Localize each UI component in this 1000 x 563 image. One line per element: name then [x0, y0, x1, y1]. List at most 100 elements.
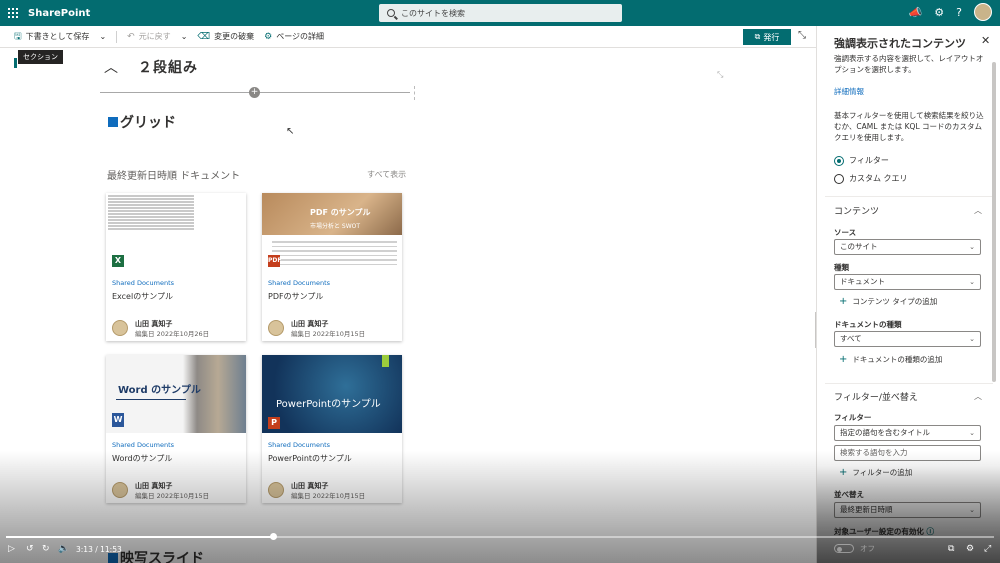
card-edited: 編集日 2022年10月15日: [135, 492, 210, 500]
document-card-pdf[interactable]: PDF のサンプル 市場分析と SWOT PDF Shared Document…: [262, 193, 402, 341]
word-icon: W: [112, 413, 124, 427]
suite-actions: 📣 ⚙ ?: [909, 3, 992, 21]
user-avatar[interactable]: [974, 3, 992, 21]
chevron-down-icon: ⌄: [969, 243, 975, 251]
waffle-icon: [8, 8, 18, 18]
filter-term-input[interactable]: 検索する語句を入力: [834, 445, 981, 461]
next-section-heading-text: 映写スライド: [120, 551, 204, 563]
card-site: Shared Documents: [112, 441, 175, 449]
app-launcher-button[interactable]: [0, 0, 26, 26]
word-cover-rule: [116, 399, 186, 400]
sort-value: 最終更新日時順: [840, 505, 893, 514]
radio-filter-label: フィルター: [849, 156, 889, 165]
card-site: Shared Documents: [268, 441, 331, 449]
filter-dropdown[interactable]: 指定の語句を含むタイトル ⌄: [834, 425, 981, 441]
document-card-powerpoint[interactable]: PowerPointのサンプル P Shared Documents Power…: [262, 355, 402, 503]
card-name: Wordのサンプル: [112, 454, 173, 463]
type-dropdown[interactable]: ドキュメント ⌄: [834, 274, 981, 290]
author-avatar: [268, 482, 284, 498]
add-content-type-button[interactable]: + コンテンツ タイプの追加: [839, 296, 937, 307]
page-details-button[interactable]: ⚙ ページの詳細: [264, 31, 324, 42]
close-icon[interactable]: ✕: [981, 34, 990, 47]
card-site: Shared Documents: [268, 279, 331, 287]
mouse-cursor-icon: ↖: [286, 126, 295, 137]
grid-heading-text: グリッド: [120, 115, 176, 131]
toggle-switch: [834, 544, 854, 553]
filter-label: フィルター: [834, 413, 872, 422]
undo-menu-chevron[interactable]: ⌄: [181, 32, 188, 41]
forward-icon[interactable]: ↻: [42, 544, 50, 554]
save-menu-chevron[interactable]: ⌄: [99, 32, 106, 41]
save-draft-button[interactable]: 🖫 下書きとして保存: [14, 29, 89, 45]
volume-icon[interactable]: 🔈: [58, 544, 69, 554]
card-thumbnail: Word のサンプル W: [106, 355, 246, 433]
next-section-heading: 映写スライド: [108, 548, 204, 563]
card-name: PowerPointのサンプル: [268, 454, 352, 463]
discard-icon: ⌫: [197, 31, 211, 42]
document-card-excel[interactable]: X Shared Documents Excelのサンプル 山田 真知子 編集日…: [106, 193, 246, 341]
group-divider: [825, 383, 993, 384]
gear-icon[interactable]: ⚙: [934, 6, 944, 19]
settings-icon[interactable]: ⚙: [966, 544, 974, 554]
ppt-cover-title: PowerPointのサンプル: [276, 399, 381, 410]
pdf-cover: PDF のサンプル 市場分析と SWOT: [262, 193, 402, 235]
filter-sort-group-header[interactable]: フィルター/並べ替え: [834, 390, 918, 403]
collapse-icon[interactable]: ⤡: [798, 30, 806, 41]
source-dropdown[interactable]: このサイト ⌄: [834, 239, 981, 255]
add-filter-button[interactable]: + フィルターの追加: [839, 467, 912, 478]
audience-toggle[interactable]: オフ: [834, 543, 875, 554]
radio-custom-query[interactable]: カスタム クエリ: [834, 173, 908, 184]
resize-handle-icon[interactable]: ⤡: [717, 70, 723, 80]
add-section-button[interactable]: +: [249, 87, 260, 98]
author-avatar: [112, 320, 128, 336]
add-filter-label: フィルターの追加: [852, 468, 913, 477]
chevron-up-icon[interactable]: ︿: [974, 205, 982, 216]
source-value: このサイト: [840, 242, 878, 251]
chevron-down-icon: ⌄: [969, 506, 975, 514]
content-group-header[interactable]: コンテンツ: [834, 204, 879, 217]
fullscreen-icon[interactable]: ⤢: [984, 544, 991, 554]
learn-more-link[interactable]: 詳細情報: [834, 86, 864, 97]
chevron-down-icon: ⌄: [969, 335, 975, 343]
chevron-up-icon[interactable]: ︿: [104, 57, 118, 77]
grid-heading: グリッド: [108, 112, 176, 132]
toggle-state-label: オフ: [860, 544, 875, 553]
video-progress-handle[interactable]: [269, 533, 277, 540]
chevron-up-icon[interactable]: ︿: [974, 391, 982, 402]
discard-label: 変更の破棄: [214, 32, 255, 41]
radio-filter[interactable]: フィルター: [834, 155, 889, 166]
see-all-link[interactable]: すべて表示: [367, 169, 406, 180]
source-label: ソース: [834, 228, 857, 237]
card-edited: 編集日 2022年10月26日: [135, 330, 210, 338]
caption-icon[interactable]: ⧉: [948, 544, 954, 554]
megaphone-icon[interactable]: 📣: [909, 6, 923, 19]
card-edited: 編集日 2022年10月15日: [291, 330, 366, 338]
document-card-word[interactable]: Word のサンプル W Shared Documents Wordのサンプル …: [106, 355, 246, 503]
card-name: Excelのサンプル: [112, 292, 173, 301]
play-icon[interactable]: ▷: [8, 544, 15, 554]
app-title[interactable]: SharePoint: [28, 8, 90, 19]
search-placeholder: このサイトを検索: [401, 8, 465, 18]
sort-dropdown[interactable]: 最終更新日時順 ⌄: [834, 502, 981, 518]
section-title: ２段組み: [138, 60, 198, 76]
add-doctype-button[interactable]: + ドキュメントの種類の追加: [839, 354, 942, 365]
card-edited: 編集日 2022年10月15日: [291, 492, 366, 500]
doctype-dropdown[interactable]: すべて ⌄: [834, 331, 981, 347]
pane-scrollbar[interactable]: [992, 62, 996, 382]
spreadsheet-preview: [108, 195, 194, 231]
rewind-icon[interactable]: ↺: [26, 544, 34, 554]
search-box[interactable]: このサイトを検索: [379, 4, 622, 22]
publish-button[interactable]: ⧉ 発行: [743, 29, 791, 45]
card-thumbnail: PDF のサンプル 市場分析と SWOT PDF: [262, 193, 402, 271]
discard-button[interactable]: ⌫ 変更の破棄: [197, 31, 254, 42]
audience-label-text: 対象ユーザー設定の有効化: [834, 527, 924, 536]
card-thumbnail: X: [106, 193, 246, 271]
radio-custom-label: カスタム クエリ: [849, 174, 908, 183]
plus-icon: +: [839, 354, 848, 365]
undo-button[interactable]: ↶ 元に戻す: [127, 31, 171, 42]
video-progress-fill: [6, 536, 273, 538]
search-icon: [387, 9, 395, 17]
card-name: PDFのサンプル: [268, 292, 324, 301]
help-icon[interactable]: ?: [956, 6, 962, 19]
info-icon[interactable]: ⓘ: [926, 527, 934, 536]
